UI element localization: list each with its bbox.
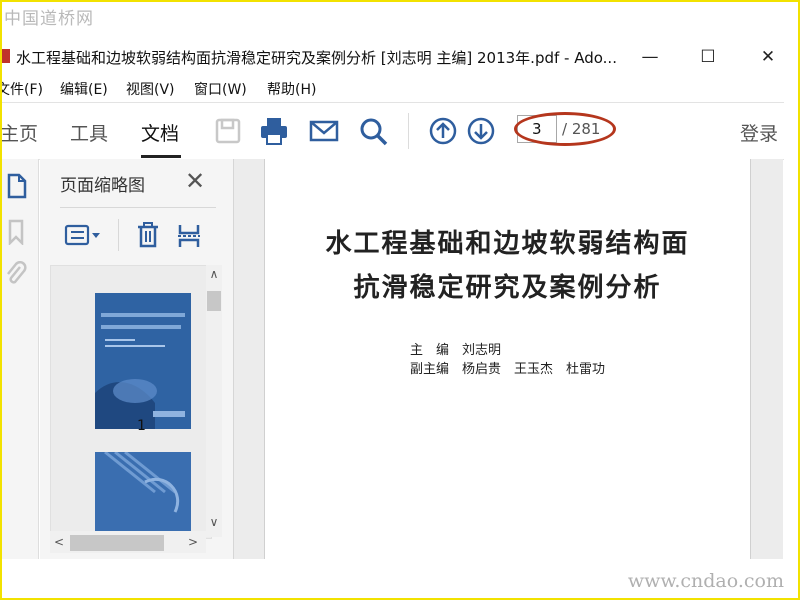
thumbnail-label: 1 — [137, 418, 146, 434]
menu-bar: 文件(F) 编辑(E) 视图(V) 窗口(W) 帮助(H) — [2, 76, 798, 100]
document-view: 水工程基础和边坡软弱结构面 抗滑稳定研究及案例分析 主 编 刘志明 副主编 杨启… — [234, 159, 783, 559]
extract-pages-icon[interactable] — [176, 221, 202, 249]
screenshot-frame: 中国道桥网 水工程基础和边坡软弱结构面抗滑稳定研究及案例分析 [刘志明 主编] … — [0, 0, 800, 600]
menu-help[interactable]: 帮助(H) — [267, 79, 316, 99]
active-tab-indicator — [141, 155, 181, 158]
document-title-line-2: 抗滑稳定研究及案例分析 — [353, 273, 662, 303]
page-2-preview — [95, 452, 191, 538]
toolbar: 主页 工具 文档 — [2, 102, 784, 160]
close-button[interactable]: ✕ — [748, 44, 788, 70]
page-thumbnail[interactable] — [95, 293, 191, 429]
red-annotation-ellipse — [514, 112, 616, 146]
page-thumbnails-icon[interactable] — [6, 173, 28, 199]
tab-document[interactable]: 文档 — [141, 119, 179, 146]
panel-toolbar-divider — [118, 219, 119, 251]
tab-tools[interactable]: 工具 — [70, 119, 108, 146]
thumb-hscroll-thumb[interactable] — [70, 535, 164, 551]
watermark-bottom: www.cndao.com — [627, 570, 784, 592]
tab-home[interactable]: 主页 — [2, 119, 38, 146]
thumbnail-options-icon[interactable] — [64, 223, 102, 247]
toolbar-divider — [408, 113, 409, 149]
minimize-button[interactable]: — — [630, 44, 670, 70]
print-icon[interactable] — [258, 115, 290, 147]
document-title-line-1: 水工程基础和边坡软弱结构面 — [325, 229, 690, 259]
panel-divider — [60, 207, 216, 208]
document-deputy-editors: 副主编 杨启贵 王玉杰 杜雷功 — [410, 362, 606, 377]
thumbnails-panel: 页面缩略图 ✕ 1 ∧ ∨ < > — [40, 159, 234, 559]
watermark-top: 中国道桥网 — [4, 9, 94, 29]
thumb-scroll-up-icon[interactable]: ∧ — [207, 267, 221, 281]
thumbnail-hscrollbar[interactable]: < > — [50, 531, 206, 553]
pdf-app-icon — [2, 49, 10, 63]
login-button[interactable]: 登录 — [740, 119, 778, 146]
navigation-rail — [2, 159, 39, 559]
window-title: 水工程基础和边坡软弱结构面抗滑稳定研究及案例分析 [刘志明 主编] 2013年.… — [16, 49, 617, 67]
title-bar: 水工程基础和边坡软弱结构面抗滑稳定研究及案例分析 [刘志明 主编] 2013年.… — [2, 42, 798, 72]
search-icon[interactable] — [357, 115, 389, 147]
attachment-icon[interactable] — [4, 261, 28, 287]
bookmark-icon[interactable] — [6, 219, 28, 245]
panel-close-icon[interactable]: ✕ — [185, 167, 205, 195]
thumbnail-list: 1 — [50, 265, 212, 539]
menu-window[interactable]: 窗口(W) — [194, 79, 247, 99]
page-thumbnail[interactable] — [95, 452, 191, 538]
thumb-scroll-right-icon[interactable]: > — [186, 535, 200, 549]
thumbnail-scrollbar[interactable]: ∧ ∨ — [206, 265, 222, 537]
email-icon[interactable] — [308, 115, 340, 147]
page-up-icon[interactable] — [427, 115, 459, 147]
save-icon[interactable] — [212, 115, 244, 147]
menu-edit[interactable]: 编辑(E) — [60, 79, 108, 99]
page-down-icon[interactable] — [465, 115, 497, 147]
thumb-scroll-down-icon[interactable]: ∨ — [207, 515, 221, 529]
pdf-page: 水工程基础和边坡软弱结构面 抗滑稳定研究及案例分析 主 编 刘志明 副主编 杨启… — [264, 159, 751, 559]
cover-illustration — [95, 293, 191, 429]
menu-view[interactable]: 视图(V) — [126, 79, 175, 99]
thumb-scroll-left-icon[interactable]: < — [52, 535, 66, 549]
maximize-button[interactable]: ☐ — [688, 44, 728, 70]
panel-title: 页面缩略图 — [60, 176, 145, 196]
menu-file[interactable]: 文件(F) — [2, 79, 43, 99]
document-editor: 主 编 刘志明 — [410, 343, 502, 358]
delete-page-icon[interactable] — [136, 221, 160, 249]
thumb-scroll-thumb[interactable] — [207, 291, 221, 311]
